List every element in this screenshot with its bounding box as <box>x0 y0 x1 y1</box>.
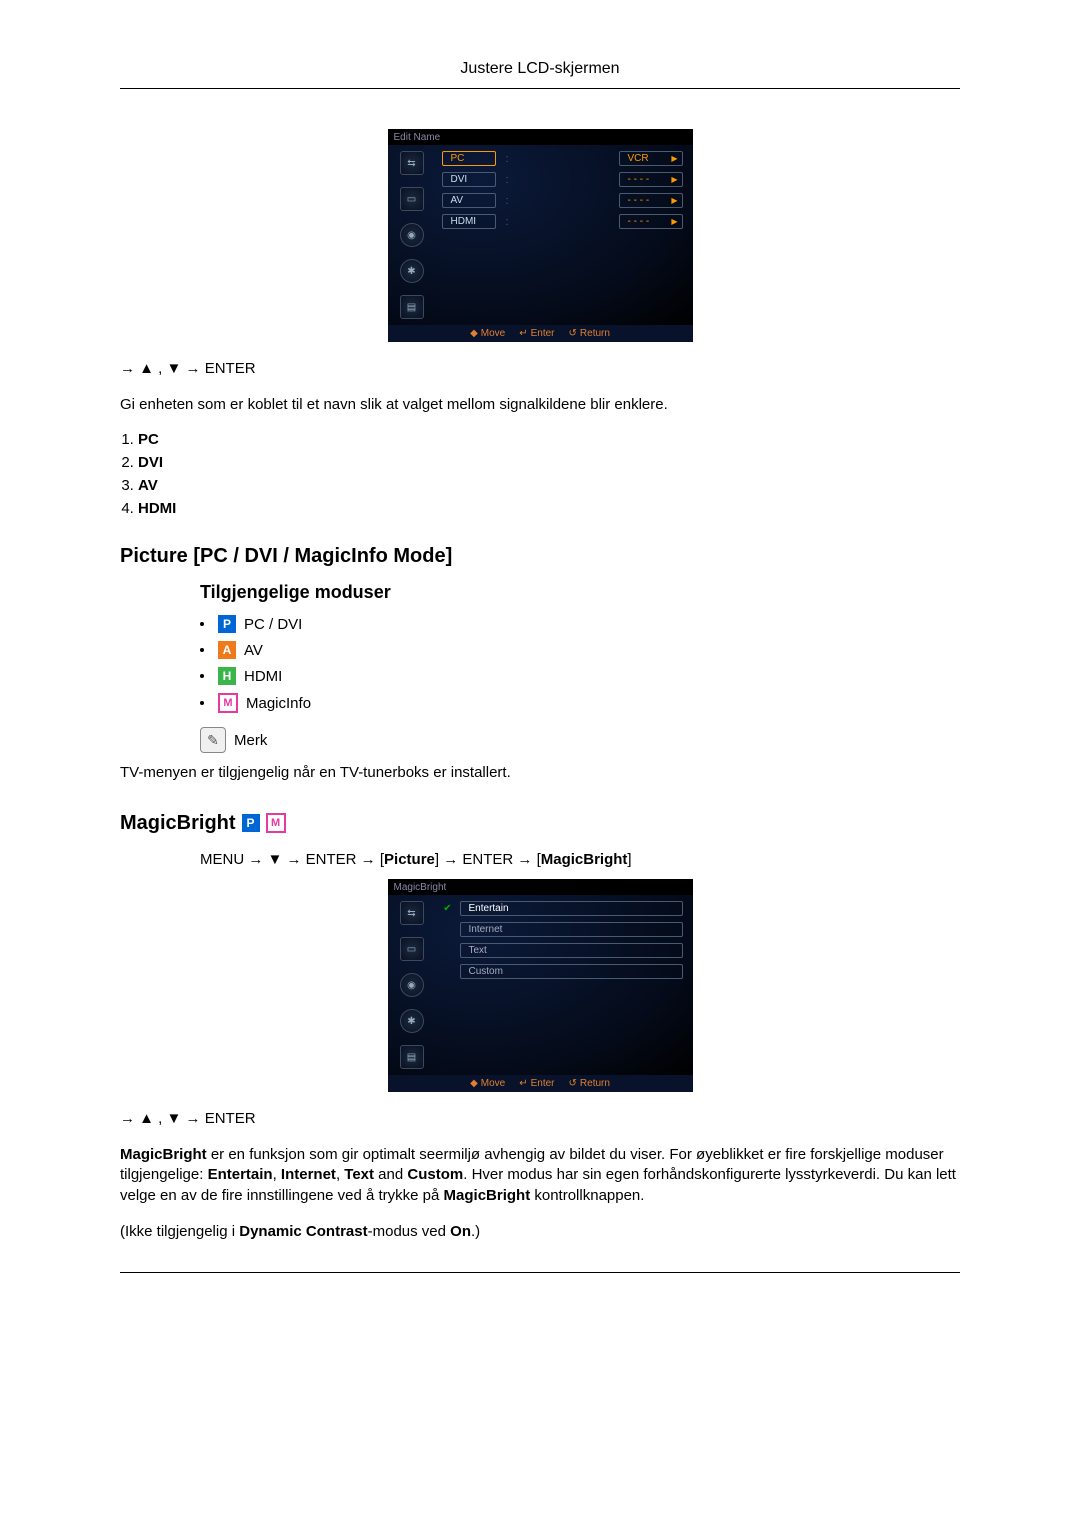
osd-body: ⇆ ▭ ◉ ✱ ▤ PC : VCR▶ DVI : - - - -▶ AV <box>388 145 693 325</box>
osd-label: PC <box>442 151 496 166</box>
menu-path: MENU → ▼ → ENTER → [Picture] → ENTER → [… <box>200 849 960 872</box>
subheading-available-modes: Tilgjengelige moduser <box>200 582 960 603</box>
osd-sidebar: ⇆ ▭ ◉ ✱ ▤ <box>388 145 436 325</box>
osd-icon-input: ⇆ <box>400 901 424 925</box>
osd-icon-picture: ▭ <box>400 937 424 961</box>
osd-icon-setup: ✱ <box>400 259 424 283</box>
list-item: HDMI <box>138 500 960 517</box>
divider-bottom <box>120 1272 960 1273</box>
osd-body: ⇆ ▭ ◉ ✱ ▤ ✔Entertain Internet Text Custo… <box>388 895 693 1075</box>
osd-sep: : <box>502 216 513 228</box>
osd-sep: : <box>502 195 513 207</box>
osd-foot-move: ◆Move <box>470 1078 505 1089</box>
osd-sidebar: ⇆ ▭ ◉ ✱ ▤ <box>388 895 436 1075</box>
osd-title: MagicBright <box>388 879 693 895</box>
nav-instruction: → ▲ , ▼ → ENTER <box>120 1110 960 1127</box>
mode-item-magicinfo: M MagicInfo <box>200 693 960 713</box>
page-header: Justere LCD-skjermen <box>120 60 960 88</box>
osd-foot-move: ◆Move <box>470 328 505 339</box>
osd-row-av: AV : - - - -▶ <box>442 193 683 208</box>
badge-h-icon: H <box>218 667 236 685</box>
osd-foot-return: ↺Return <box>569 328 610 339</box>
mode-item-av: A AV <box>200 641 960 659</box>
osd-label: AV <box>442 193 496 208</box>
osd-icon-picture: ▭ <box>400 187 424 211</box>
osd-value: - - - -▶ <box>619 214 683 229</box>
magicbright-description: MagicBright er en funksjon som gir optim… <box>120 1145 960 1206</box>
not-available-note: (Ikke tilgjengelig i Dynamic Contrast-mo… <box>120 1222 960 1242</box>
osd-opt-internet: Internet <box>442 922 683 937</box>
osd-main: ✔Entertain Internet Text Custom <box>436 895 693 1075</box>
osd-value: - - - -▶ <box>619 172 683 187</box>
osd-row-pc: PC : VCR▶ <box>442 151 683 166</box>
page: Justere LCD-skjermen Edit Name ⇆ ▭ ◉ ✱ ▤… <box>0 0 1080 1333</box>
osd-footer: ◆Move ↵Enter ↺Return <box>388 1075 693 1092</box>
osd-foot-enter: ↵Enter <box>519 1078 554 1089</box>
osd-main: PC : VCR▶ DVI : - - - -▶ AV : - - - -▶ H… <box>436 145 693 325</box>
mode-label: AV <box>244 642 263 659</box>
osd-foot-return: ↺Return <box>569 1078 610 1089</box>
intro-paragraph: Gi enheten som er koblet til et navn sli… <box>120 395 960 415</box>
badge-a-icon: A <box>218 641 236 659</box>
osd-opt-text: Text <box>442 943 683 958</box>
note-label: Merk <box>234 732 267 749</box>
osd-foot-enter: ↵Enter <box>519 328 554 339</box>
check-icon: ✔ <box>442 903 454 915</box>
osd-edit-name: Edit Name ⇆ ▭ ◉ ✱ ▤ PC : VCR▶ DVI : - - … <box>388 129 693 342</box>
osd-sep: : <box>502 153 513 165</box>
osd-icon-multi: ▤ <box>400 295 424 319</box>
mode-item-pcdvi: P PC / DVI <box>200 615 960 633</box>
mode-item-hdmi: H HDMI <box>200 667 960 685</box>
divider-top <box>120 88 960 89</box>
osd-title: Edit Name <box>388 129 693 145</box>
badge-p-icon: P <box>218 615 236 633</box>
section-picture-heading: Picture [PC / DVI / MagicInfo Mode] <box>120 545 960 568</box>
osd-footer: ◆Move ↵Enter ↺Return <box>388 325 693 342</box>
badge-m-icon: M <box>218 693 238 713</box>
osd-row-hdmi: HDMI : - - - -▶ <box>442 214 683 229</box>
source-list: PC DVI AV HDMI <box>120 431 960 517</box>
osd-icon-sound: ◉ <box>400 223 424 247</box>
note-text: TV-menyen er tilgjengelig når en TV-tune… <box>120 763 960 783</box>
badge-m-icon: M <box>266 813 286 833</box>
osd-opt-entertain: ✔Entertain <box>442 901 683 916</box>
list-item: AV <box>138 477 960 494</box>
list-item: PC <box>138 431 960 448</box>
osd-icon-input: ⇆ <box>400 151 424 175</box>
osd-icon-multi: ▤ <box>400 1045 424 1069</box>
note-row: ✎ Merk <box>200 727 960 753</box>
note-icon: ✎ <box>200 727 226 753</box>
osd-icon-sound: ◉ <box>400 973 424 997</box>
osd-row-dvi: DVI : - - - -▶ <box>442 172 683 187</box>
nav-instruction: → ▲ , ▼ → ENTER <box>120 360 960 377</box>
list-item: DVI <box>138 454 960 471</box>
badge-p-icon: P <box>242 814 260 832</box>
osd-value: - - - -▶ <box>619 193 683 208</box>
osd-label: DVI <box>442 172 496 187</box>
osd-value: VCR▶ <box>619 151 683 166</box>
osd-opt-custom: Custom <box>442 964 683 979</box>
mode-label: HDMI <box>244 668 282 685</box>
osd-sep: : <box>502 174 513 186</box>
osd-icon-setup: ✱ <box>400 1009 424 1033</box>
osd-label: HDMI <box>442 214 496 229</box>
mode-list: P PC / DVI A AV H HDMI M MagicInfo <box>200 615 960 713</box>
mode-label: MagicInfo <box>246 695 311 712</box>
magicbright-heading: MagicBright P M <box>120 812 960 835</box>
mode-label: PC / DVI <box>244 616 302 633</box>
osd-magicbright: MagicBright ⇆ ▭ ◉ ✱ ▤ ✔Entertain Interne… <box>388 879 693 1092</box>
